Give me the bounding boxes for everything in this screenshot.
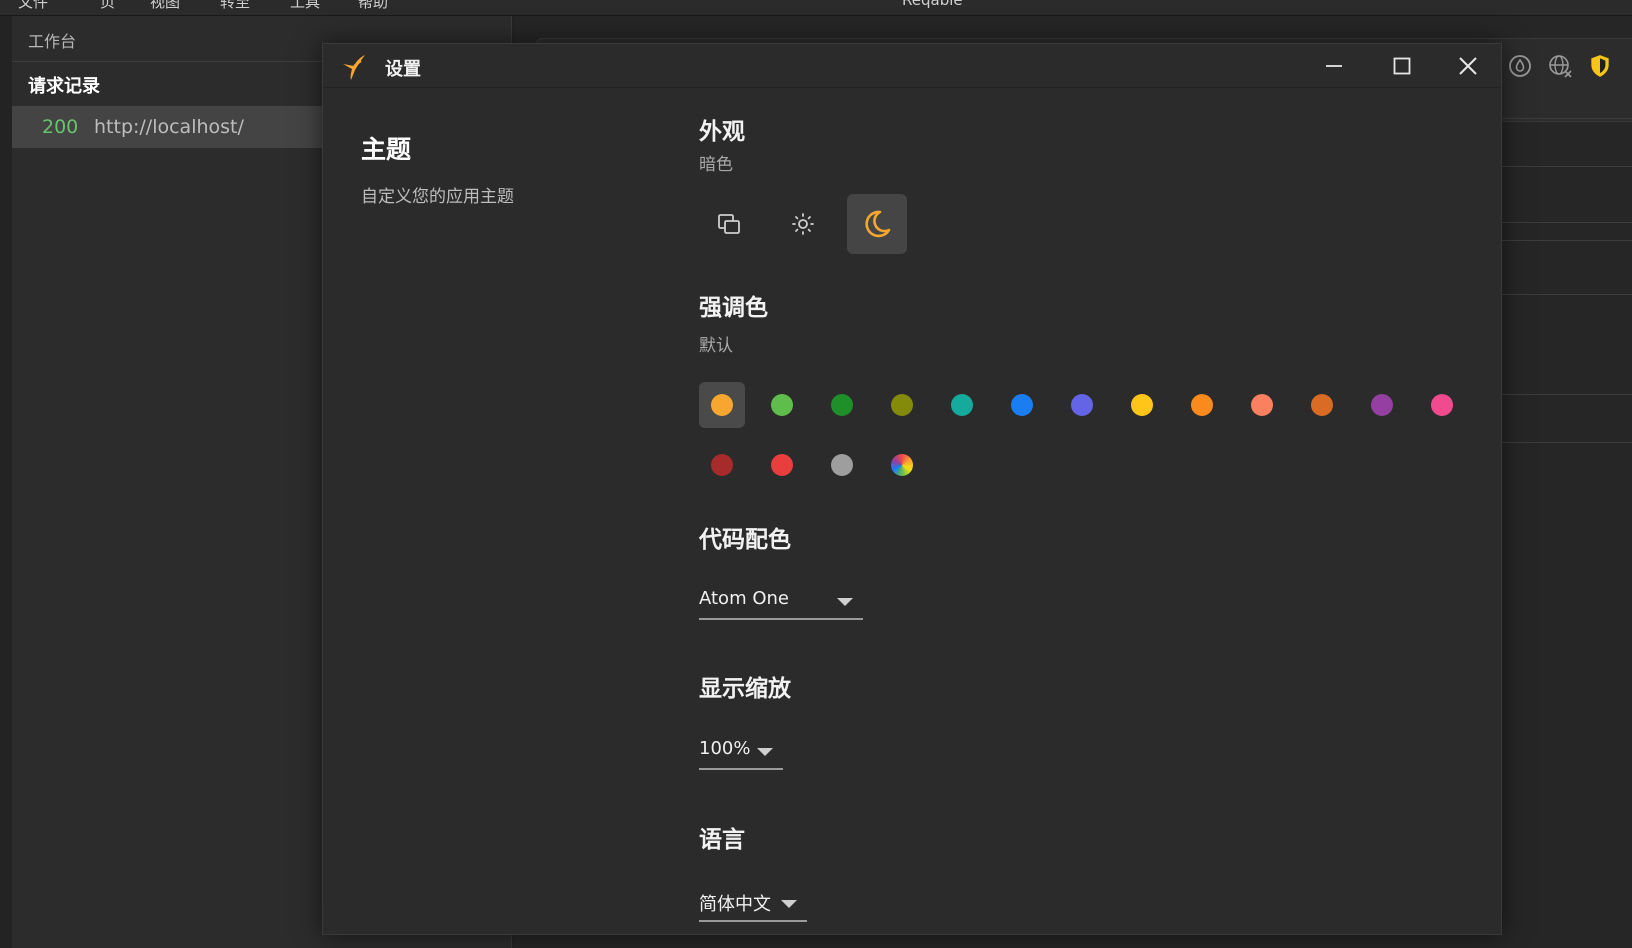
globe-icon[interactable] [1544,50,1576,82]
hummingbird-logo-icon [339,52,369,82]
color-dot [1191,394,1213,416]
request-url: http://localhost/ [94,116,244,138]
accent-swatch-1[interactable] [699,382,745,428]
system-mode-icon [718,214,740,234]
menu-help[interactable]: 帮助 [358,0,388,12]
accent-swatch-17[interactable] [879,442,925,488]
dark-mode-button[interactable] [847,194,907,254]
menu-view[interactable]: 视图 [150,0,180,12]
accent-current: 默认 [699,336,733,356]
accent-swatch-2[interactable] [759,382,805,428]
code-theme-dropdown[interactable]: Atom One [699,580,863,620]
menu-bar: 文件 页 视图 转至 工具 帮助 Reqable [0,0,1632,16]
color-dot [771,394,793,416]
color-dot [951,394,973,416]
color-dot [711,394,733,416]
menu-file[interactable]: 文件 [18,0,48,12]
workbench-tab[interactable]: 工作台 [28,28,76,52]
appearance-current: 暗色 [699,155,733,175]
color-dot [1131,394,1153,416]
language-title: 语言 [699,827,745,853]
settings-dialog: 设置 主题 自定义您的应用主题 外观 暗色 强调色 默认 代码配色 Atom O… [322,43,1502,935]
dialog-titlebar[interactable]: 设置 [323,44,1501,88]
chevron-down-icon [781,900,797,908]
accent-swatch-7[interactable] [1059,382,1105,428]
close-button[interactable] [1435,44,1501,88]
system-mode-button[interactable] [699,194,759,254]
color-dot [1431,394,1453,416]
app-title: Reqable [902,0,963,9]
color-dot [831,454,853,476]
color-dot [1251,394,1273,416]
color-dot [1071,394,1093,416]
color-dot [1011,394,1033,416]
section-title: 主题 [361,135,412,164]
history-title: 请求记录 [28,76,100,97]
dialog-title: 设置 [385,59,421,80]
accent-swatch-10[interactable] [1239,382,1285,428]
menu-page[interactable]: 页 [100,0,115,12]
accent-swatch-11[interactable] [1299,382,1345,428]
accent-title: 强调色 [699,295,768,321]
accent-swatch-12[interactable] [1359,382,1405,428]
moon-icon [865,210,891,238]
accent-swatch-9[interactable] [1179,382,1225,428]
divider [1494,394,1632,395]
color-dot [891,454,913,476]
accent-swatches [699,382,1459,492]
accent-swatch-15[interactable] [759,442,805,488]
code-theme-value: Atom One [699,588,789,609]
divider [1494,118,1632,119]
maximize-button[interactable] [1369,44,1435,88]
menu-tools[interactable]: 工具 [290,0,320,12]
accent-swatch-6[interactable] [999,382,1045,428]
language-value: 简体中文 [699,894,771,915]
accent-swatch-14[interactable] [699,442,745,488]
section-description: 自定义您的应用主题 [361,187,514,207]
close-icon [1459,57,1477,75]
divider [1494,442,1632,443]
maximize-icon [1393,57,1411,75]
divider [1494,240,1632,241]
status-code: 200 [42,116,79,138]
chevron-down-icon [837,598,853,606]
color-dot [1311,394,1333,416]
light-mode-button[interactable] [773,194,833,254]
accent-swatch-8[interactable] [1119,382,1165,428]
accent-swatch-4[interactable] [879,382,925,428]
minimize-icon [1326,65,1342,67]
divider [1494,166,1632,167]
menu-goto[interactable]: 转至 [220,0,250,12]
water-drop-icon[interactable] [1504,50,1536,82]
color-dot [711,454,733,476]
color-dot [1371,394,1393,416]
divider [1494,294,1632,295]
color-dot [831,394,853,416]
color-dot [771,454,793,476]
zoom-value: 100% [699,738,751,759]
accent-swatch-16[interactable] [819,442,865,488]
zoom-title: 显示缩放 [699,676,791,702]
minimize-button[interactable] [1301,44,1367,88]
sun-icon [792,213,814,235]
chevron-down-icon [757,748,773,756]
shield-icon[interactable] [1584,50,1616,82]
zoom-dropdown[interactable]: 100% [699,730,783,770]
accent-swatch-3[interactable] [819,382,865,428]
color-dot [891,394,913,416]
appearance-title: 外观 [699,119,745,145]
accent-swatch-5[interactable] [939,382,985,428]
language-dropdown[interactable]: 简体中文 [699,882,807,922]
divider [1494,222,1632,223]
code-theme-title: 代码配色 [699,527,791,553]
accent-swatch-13[interactable] [1419,382,1465,428]
